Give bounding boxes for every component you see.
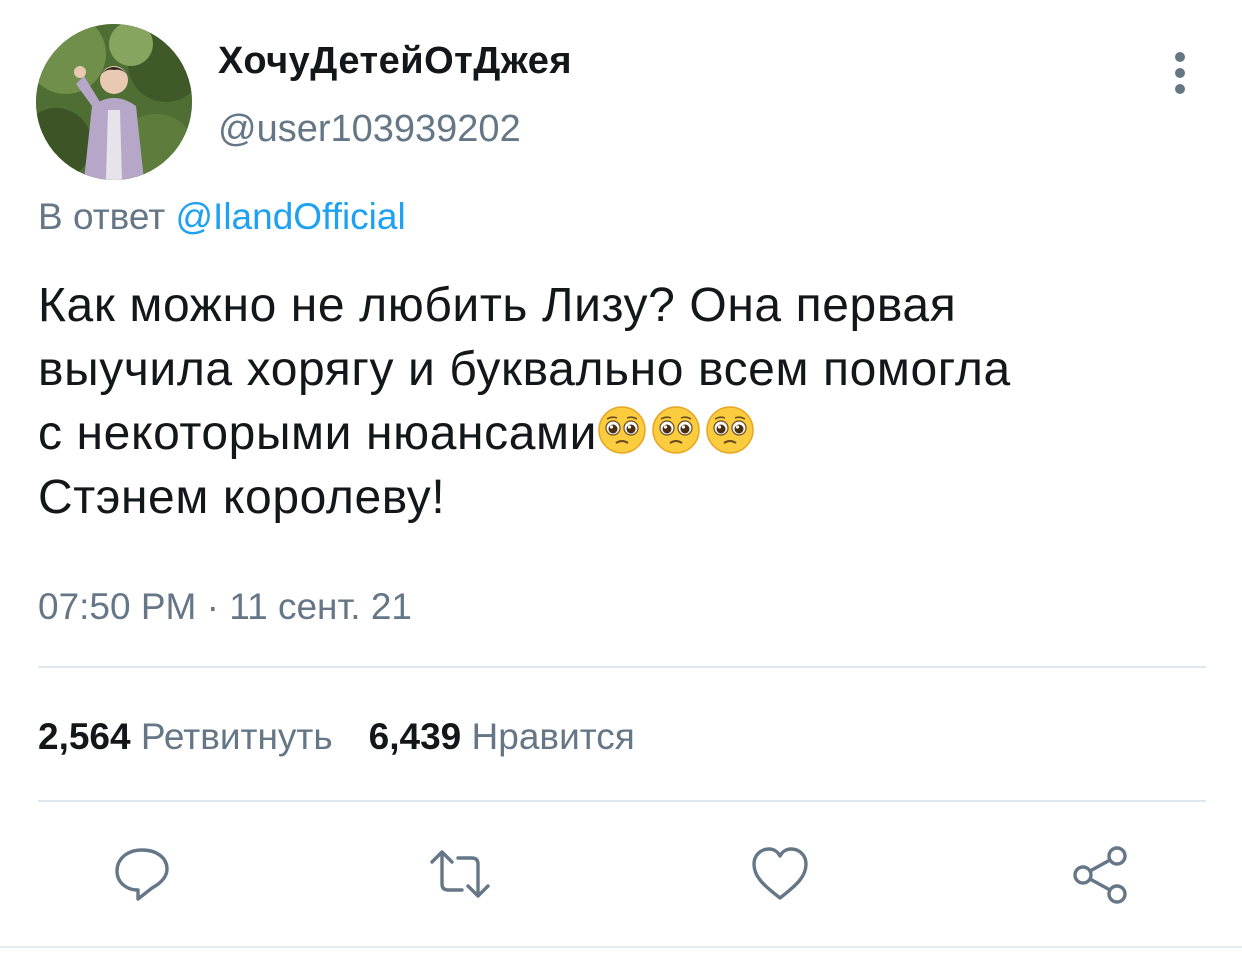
divider [38, 800, 1206, 802]
retweet-button[interactable] [428, 844, 490, 904]
tweet-text-line: Как можно не любить Лизу? Она первая [38, 279, 957, 332]
tweet-stats: 2,564 Ретвитнуть 6,439 Нравится [38, 716, 635, 758]
pleading-face-icon [652, 406, 700, 454]
display-name[interactable]: ХочуДетейОтДжея [218, 40, 572, 83]
tweet-text-line: выучила хорягу и буквально всем помогла [38, 343, 1011, 396]
reply-icon [115, 848, 169, 901]
retweets-label: Ретвитнуть [140, 716, 333, 757]
share-icon [1073, 846, 1127, 904]
avatar[interactable] [36, 24, 192, 180]
retweet-icon [430, 850, 490, 898]
tweet-text-line: Стэнем королеву! [38, 471, 446, 524]
share-button[interactable] [1070, 844, 1130, 904]
divider [0, 946, 1242, 948]
divider [38, 666, 1206, 668]
tweet-text-line-with-emoji: с некоторыми нюансами [38, 402, 1218, 466]
heart-icon [752, 847, 808, 900]
likes-stat[interactable]: 6,439 Нравится [369, 716, 635, 757]
likes-count: 6,439 [368, 716, 462, 757]
user-avatar-photo-icon [36, 24, 192, 180]
likes-label: Нравится [471, 716, 635, 757]
reply-context: В ответ @IlandOfficial [38, 196, 406, 238]
reply-button[interactable] [112, 844, 172, 904]
pleading-face-icon [706, 406, 754, 454]
tweet-text: Как можно не любить Лизу? Она первая выу… [38, 274, 1218, 530]
reply-mention-link[interactable]: @IlandOfficial [176, 196, 406, 237]
more-options-icon[interactable] [1166, 52, 1194, 100]
username[interactable]: @user103939202 [218, 108, 521, 151]
tweet-detail: ХочуДетейОтДжея @user103939202 В ответ @… [0, 0, 1242, 966]
reply-prefix: В ответ [38, 196, 166, 237]
retweets-count: 2,564 [38, 716, 131, 757]
tweet-timestamp[interactable]: 07:50 PM · 11 сент. 21 [38, 586, 412, 628]
tweet-text-segment: с некоторыми нюансами [38, 407, 598, 460]
retweets-stat[interactable]: 2,564 Ретвитнуть [38, 716, 333, 757]
pleading-face-icon [598, 406, 646, 454]
like-button[interactable] [750, 844, 810, 904]
